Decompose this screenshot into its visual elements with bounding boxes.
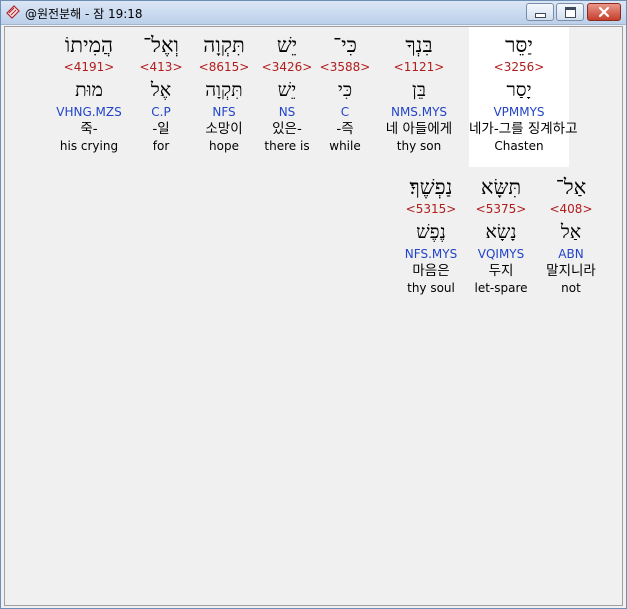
root-word: יָסַר xyxy=(506,79,532,101)
word-block[interactable]: נַפְשֶׁךָ׃ <5315> נֶפֶשׁ NFS.MYS 마음은 thy… xyxy=(381,169,481,309)
strong-number[interactable]: <3256> xyxy=(469,59,569,75)
word-block[interactable]: יַסֵּר <3256> יָסַר VPMMYS 네가-그를 징계하고 Ch… xyxy=(469,27,578,167)
parsing-code: NFS.MYS xyxy=(404,247,458,261)
analysis-panel: יַסֵּר <3256> יָסַר VPMMYS 네가-그를 징계하고 Ch… xyxy=(4,26,623,606)
root-word: נֶפֶשׁ xyxy=(416,221,446,243)
hebrew-word: יַסֵּר xyxy=(505,33,533,57)
korean-gloss: 마음은 xyxy=(412,263,450,279)
maximize-icon xyxy=(564,6,576,18)
hebrew-word: נַפְשֶׁךָ׃ xyxy=(409,175,453,199)
parsing-code: VHNG.MZS xyxy=(56,105,122,119)
parsing-code: VPMMYS xyxy=(493,105,545,119)
english-gloss: his crying xyxy=(59,139,119,153)
maximize-button[interactable] xyxy=(556,3,584,21)
english-gloss: thy soul xyxy=(407,281,455,295)
close-icon xyxy=(598,3,610,22)
hebrew-word: הֲמִיתוֹ xyxy=(64,33,114,57)
minimize-icon xyxy=(534,12,546,18)
strong-number[interactable]: <4191> xyxy=(39,59,139,75)
korean-gloss: 네가-그를 징계하고 xyxy=(469,121,578,137)
app-window: @원전분해 - 잠 19:18 יַסֵּר <3256> יָסַר VPMM… xyxy=(0,0,627,609)
korean-gloss: 죽- xyxy=(80,121,98,137)
close-button[interactable] xyxy=(587,3,621,21)
app-book-icon xyxy=(5,4,21,20)
window-title: @원전분해 - 잠 19:18 xyxy=(25,7,143,21)
english-gloss: Chasten xyxy=(494,139,544,153)
minimize-button[interactable] xyxy=(526,3,554,21)
strong-number[interactable]: <5315> xyxy=(381,201,481,217)
root-word: מוּת xyxy=(75,79,103,101)
word-block[interactable]: הֲמִיתוֹ <4191> מוּת VHNG.MZS 죽- his cry… xyxy=(39,27,139,167)
title-bar[interactable]: @원전분해 - 잠 19:18 xyxy=(1,1,626,25)
